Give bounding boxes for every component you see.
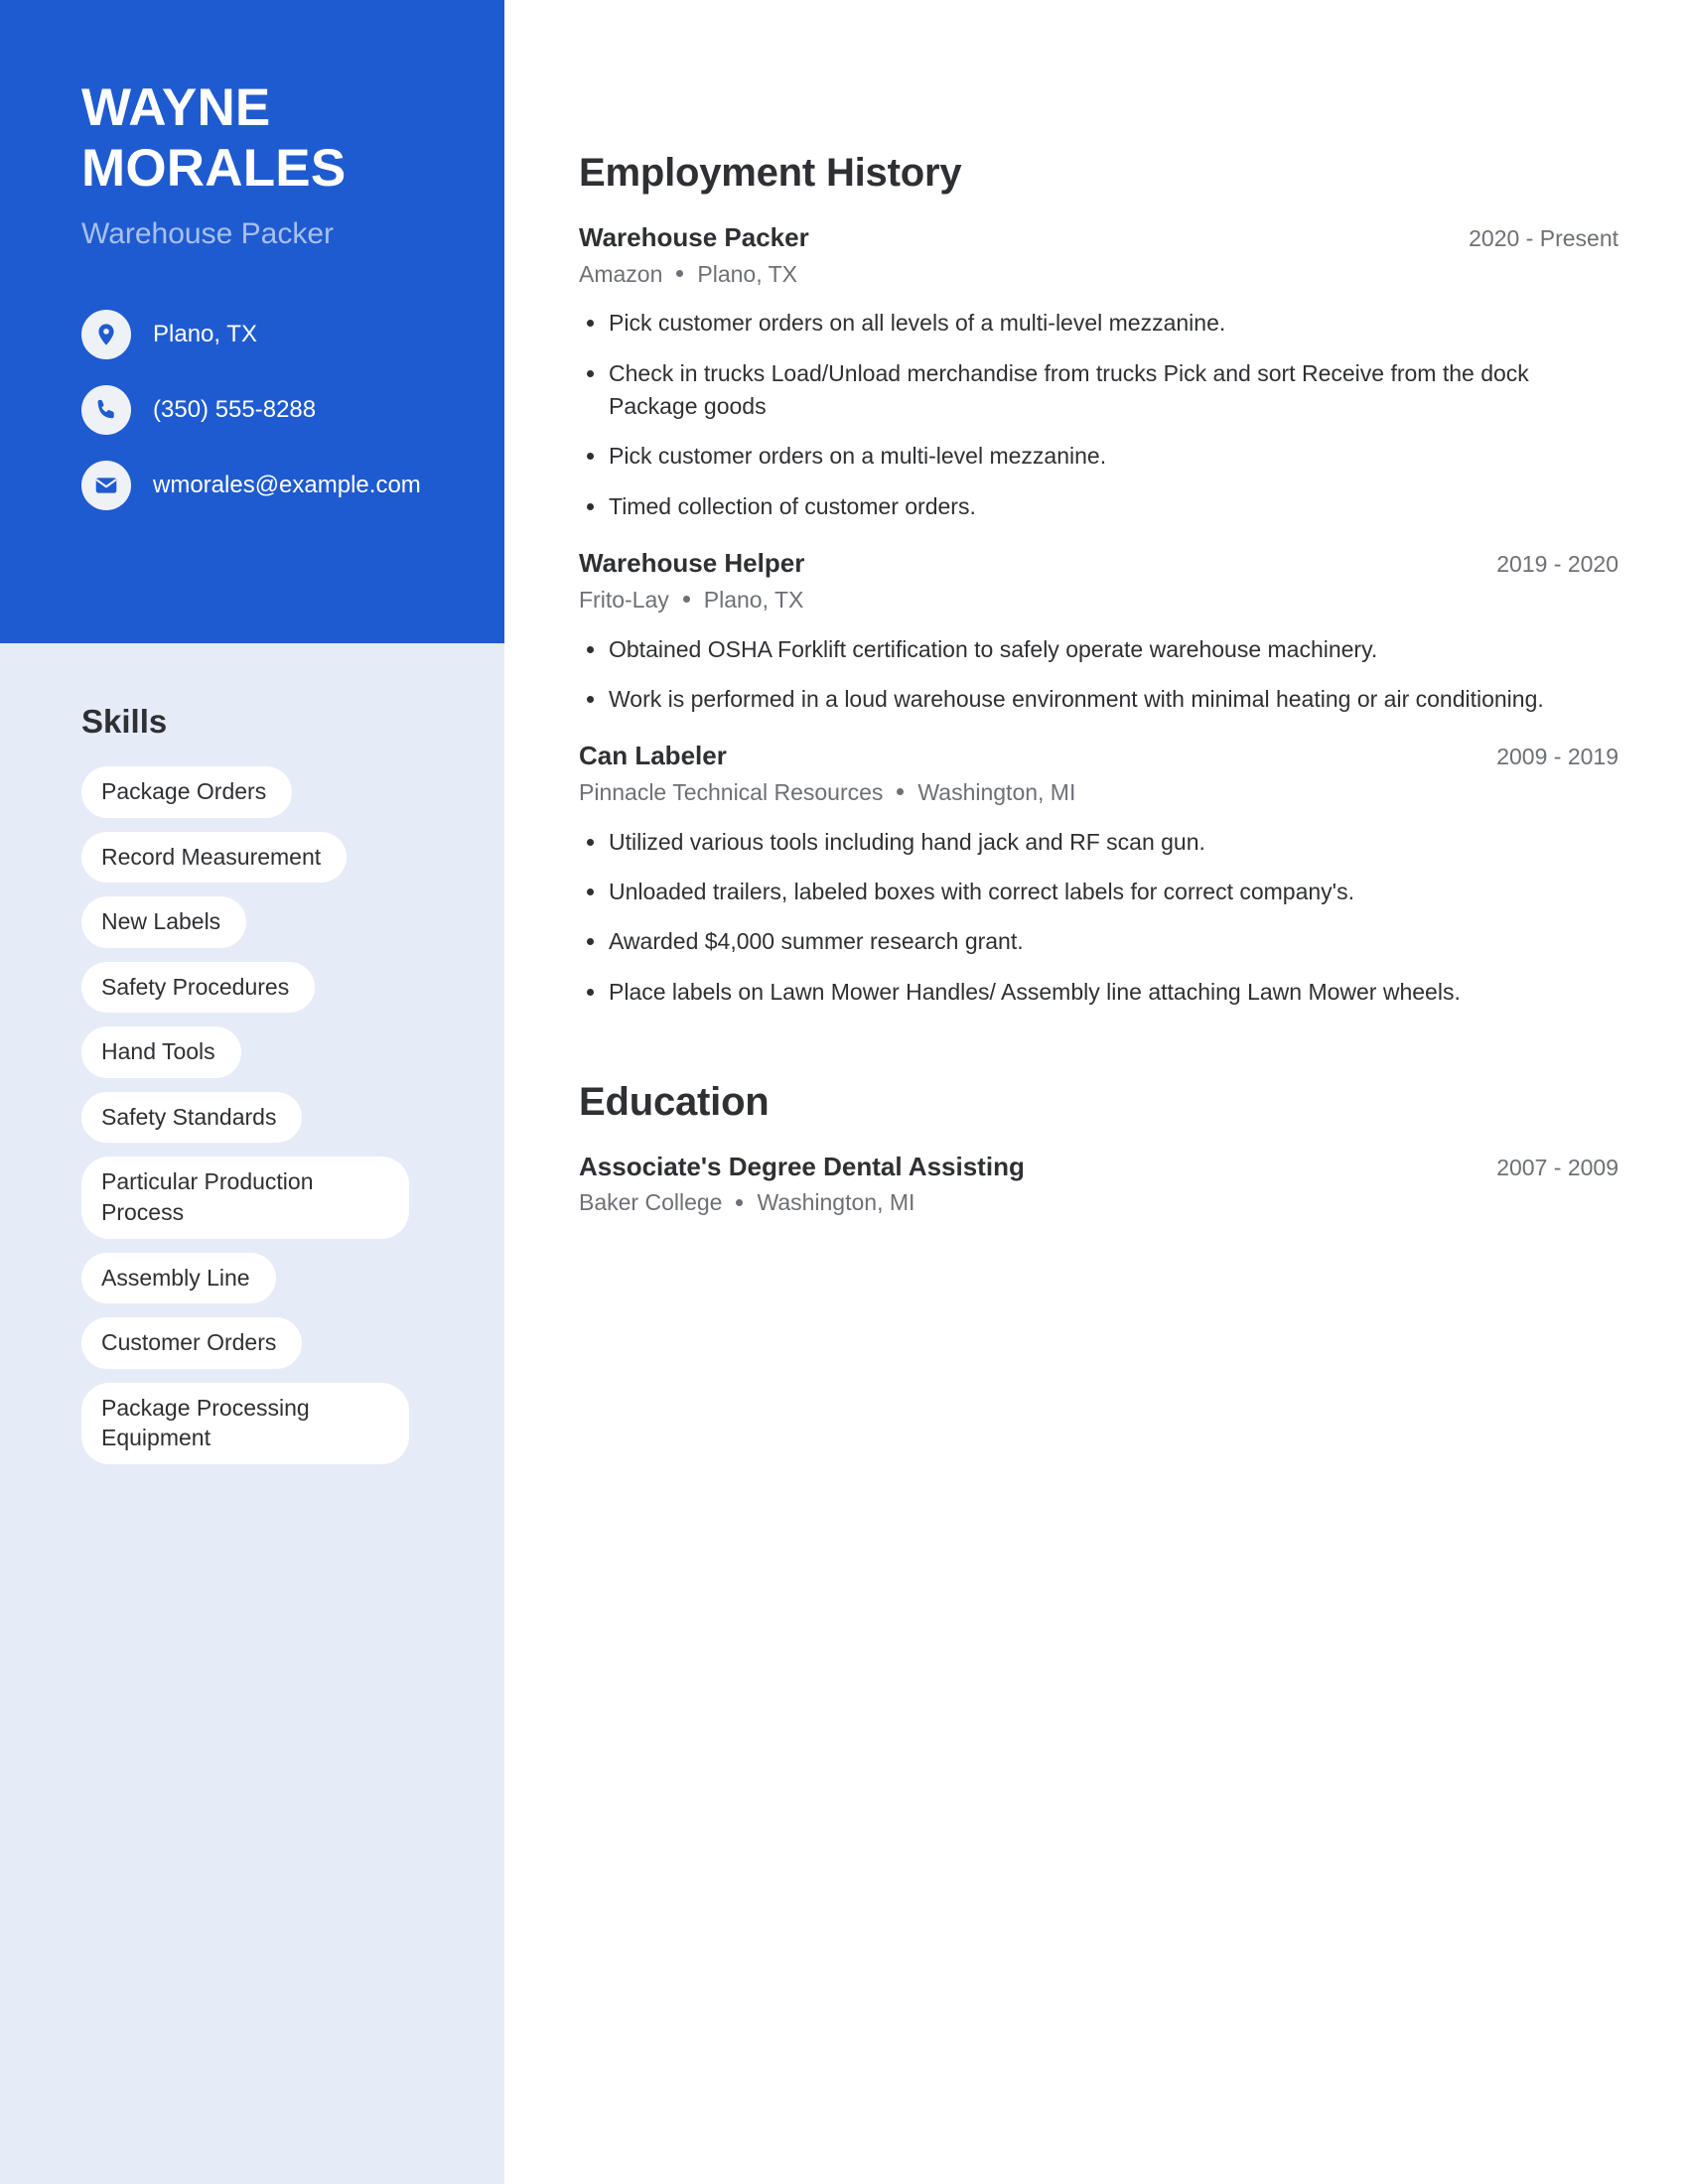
- contact-row-phone: (350) 555-8288: [81, 384, 445, 435]
- employment-location: Plano, TX: [697, 260, 797, 287]
- employment-meta: Pinnacle Technical Resources Washington,…: [579, 778, 1618, 808]
- employment-history-section: Employment History Warehouse Packer 2020…: [579, 151, 1618, 1009]
- last-name: MORALES: [81, 139, 347, 199]
- contact-list: Plano, TX (350) 555-8288 wmorales@exampl…: [81, 309, 445, 510]
- sidebar: WAYNE MORALES Warehouse Packer Plano, TX: [0, 0, 504, 2184]
- separator-dot-icon: [736, 1198, 744, 1206]
- employment-bullet: Timed collection of customer orders.: [579, 490, 1618, 523]
- skill-pill: Particular Production Process: [81, 1157, 409, 1239]
- employment-entry: Can Labeler 2009 - 2019 Pinnacle Technic…: [579, 740, 1618, 1009]
- contact-email-text: wmorales@example.com: [153, 471, 421, 498]
- contact-row-location: Plano, TX: [81, 309, 445, 359]
- envelope-icon: [81, 460, 131, 510]
- education-degree: Associate's Degree Dental Assisting: [579, 1151, 1025, 1181]
- employment-bullet: Utilized various tools including hand ja…: [579, 826, 1618, 859]
- skills-section: Skills Package Orders Record Measurement…: [0, 643, 504, 1478]
- skill-pill: Safety Standards: [81, 1091, 303, 1144]
- location-pin-icon: [81, 309, 131, 359]
- employment-location: Washington, MI: [917, 778, 1076, 805]
- employment-bullet-list: Obtained OSHA Forklift certification to …: [579, 633, 1618, 717]
- employment-meta: Amazon Plano, TX: [579, 260, 1618, 290]
- phone-icon: [81, 384, 131, 435]
- contact-row-email: wmorales@example.com: [81, 460, 445, 510]
- employment-role: Warehouse Helper: [579, 548, 805, 579]
- employment-bullet: Pick customer orders on all levels of a …: [579, 307, 1618, 340]
- education-location: Washington, MI: [757, 1189, 915, 1216]
- contact-location-text: Plano, TX: [153, 320, 257, 347]
- main-content: Employment History Warehouse Packer 2020…: [504, 0, 1688, 2184]
- education-school: Baker College: [579, 1189, 723, 1216]
- employment-entry-header: Warehouse Packer 2020 - Present: [579, 221, 1618, 254]
- employment-role: Can Labeler: [579, 741, 727, 771]
- employment-section-title: Employment History: [579, 151, 962, 195]
- employment-dates: 2019 - 2020: [1496, 551, 1618, 578]
- employment-bullet: Pick customer orders on a multi-level me…: [579, 440, 1618, 473]
- education-entry: Associate's Degree Dental Assisting 2007…: [579, 1151, 1618, 1218]
- employment-dates: 2020 - Present: [1469, 225, 1618, 251]
- skill-pill: Hand Tools: [81, 1026, 241, 1078]
- employment-entry-header: Warehouse Helper 2019 - 2020: [579, 547, 1618, 580]
- employment-bullet-list: Pick customer orders on all levels of a …: [579, 307, 1618, 523]
- employment-bullet: Obtained OSHA Forklift certification to …: [579, 633, 1618, 666]
- employment-company: Amazon: [579, 260, 663, 287]
- separator-dot-icon: [682, 596, 690, 604]
- skill-pill: New Labels: [81, 896, 247, 948]
- separator-dot-icon: [897, 788, 905, 796]
- employment-location: Plano, TX: [703, 586, 804, 613]
- employment-bullet-list: Utilized various tools including hand ja…: [579, 826, 1618, 1009]
- sidebar-header-block: WAYNE MORALES Warehouse Packer Plano, TX: [0, 0, 504, 643]
- employment-entry: Warehouse Helper 2019 - 2020 Frito-Lay P…: [579, 547, 1618, 716]
- employment-meta: Frito-Lay Plano, TX: [579, 586, 1618, 615]
- skill-pill: Record Measurement: [81, 831, 348, 884]
- page-title: WAYNE MORALES: [81, 77, 445, 200]
- skill-pill: Package Orders: [81, 766, 293, 818]
- employment-bullet: Unloaded trailers, labeled boxes with co…: [579, 876, 1618, 908]
- education-section: Education Associate's Degree Dental Assi…: [579, 1080, 1618, 1218]
- resume-page: WAYNE MORALES Warehouse Packer Plano, TX: [0, 0, 1688, 2184]
- education-meta: Baker College Washington, MI: [579, 1188, 1618, 1218]
- contact-phone-text: (350) 555-8288: [153, 395, 317, 423]
- skill-pill: Assembly Line: [81, 1252, 276, 1304]
- employment-bullet: Awarded $4,000 summer research grant.: [579, 925, 1618, 958]
- employment-entry-header: Can Labeler 2009 - 2019: [579, 740, 1618, 772]
- employment-bullet: Place labels on Lawn Mower Handles/ Asse…: [579, 976, 1618, 1009]
- skills-list: Package Orders Record Measurement New La…: [81, 766, 504, 1478]
- employment-company: Pinnacle Technical Resources: [579, 778, 884, 805]
- education-entry-header: Associate's Degree Dental Assisting 2007…: [579, 1151, 1618, 1183]
- skill-pill: Safety Procedures: [81, 961, 316, 1014]
- skill-pill: Customer Orders: [81, 1317, 303, 1369]
- separator-dot-icon: [676, 269, 684, 277]
- education-dates: 2007 - 2009: [1496, 1154, 1618, 1180]
- profile-headline: Warehouse Packer: [81, 216, 335, 250]
- skill-pill: Package Processing Equipment: [81, 1382, 409, 1464]
- education-section-title: Education: [579, 1079, 770, 1124]
- employment-bullet: Work is performed in a loud warehouse en…: [579, 683, 1618, 716]
- employment-dates: 2009 - 2019: [1496, 744, 1618, 770]
- employment-bullet: Check in trucks Load/Unload merchandise …: [579, 357, 1618, 424]
- employment-role: Warehouse Packer: [579, 222, 809, 252]
- first-name: WAYNE: [81, 78, 271, 137]
- skills-section-title: Skills: [81, 703, 168, 740]
- employment-company: Frito-Lay: [579, 586, 669, 613]
- employment-entry: Warehouse Packer 2020 - Present Amazon P…: [579, 221, 1618, 523]
